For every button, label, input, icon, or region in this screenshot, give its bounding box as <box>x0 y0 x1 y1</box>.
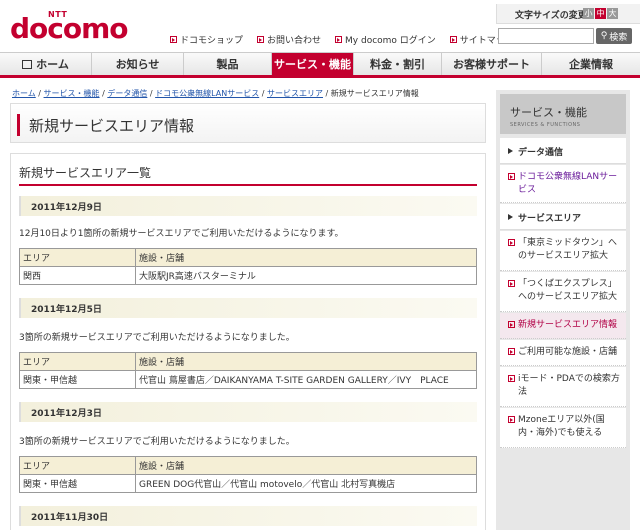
table-header-row: エリア 施設・店舗 <box>19 352 477 371</box>
table-row: 関東・甲信越 GREEN DOG代官山／代官山 motovelo／代官山 北村写… <box>19 474 477 493</box>
date-text: 2011年12月9日 <box>31 203 102 213</box>
area-cell: 関東・甲信越 <box>19 370 136 389</box>
arrow-box-icon <box>508 173 515 180</box>
facility-cell: 代官山 蔦屋書店／DAIKANYAMA T-SITE GARDEN GALLER… <box>135 370 477 389</box>
arrow-box-icon <box>508 375 515 382</box>
area-table: エリア 施設・店舗 関東・甲信越 代官山 蔦屋書店／DAIKANYAMA T-S… <box>19 352 477 389</box>
title-accent-bar <box>17 114 20 136</box>
entry-description: 3箇所の新規サービスエリアでご利用いただけるようになりました。 <box>19 333 295 343</box>
arrow-box-icon <box>508 416 515 423</box>
breadcrumb-sep: / <box>35 89 44 98</box>
breadcrumb-home[interactable]: ホーム <box>12 89 36 98</box>
table-header-area: エリア <box>19 248 136 267</box>
contact-link[interactable]: お問い合わせ <box>257 33 321 46</box>
date-heading: 2011年12月3日 <box>19 402 477 422</box>
table-header-row: エリア 施設・店舗 <box>19 248 477 267</box>
global-nav: ホーム お知らせ 製品 サービス・機能 料金・割引 お客様サポート 企業情報 <box>0 52 640 78</box>
area-table: エリア 施設・店舗 関東・甲信越 GREEN DOG代官山／代官山 motove… <box>19 456 477 493</box>
breadcrumb-sep: / <box>259 89 267 98</box>
breadcrumb-wlan[interactable]: ドコモ公衆無線LANサービス <box>155 89 259 98</box>
table-header-facility: 施設・店舗 <box>135 352 477 371</box>
sidebar-title: サービス・機能 <box>510 106 587 119</box>
breadcrumb-sep: / <box>323 89 331 98</box>
nav-news[interactable]: お知らせ <box>92 53 184 75</box>
arrow-box-icon <box>508 321 515 328</box>
nav-service[interactable]: サービス・機能 <box>272 53 354 75</box>
search-icon: ⚲ <box>600 31 608 41</box>
arrow-box-icon <box>508 348 515 355</box>
facility-cell: 大阪駅JR高速バスターミナル <box>135 266 477 285</box>
area-cell: 関東・甲信越 <box>19 474 136 493</box>
breadcrumb-sep: / <box>147 89 156 98</box>
date-heading: 2011年11月30日 <box>19 506 477 526</box>
utility-links: ドコモショップ お問い合わせ My docomo ログイン サイトマップ <box>170 33 514 46</box>
text-size-medium-button[interactable]: 中 <box>595 8 606 19</box>
date-heading: 2011年12月9日 <box>19 196 477 216</box>
sidebar-header: サービス・機能 SERVICES & FUNCTIONS <box>500 94 626 134</box>
mydocomo-login-link[interactable]: My docomo ログイン <box>335 33 436 46</box>
arrow-box-icon <box>508 280 515 287</box>
text-size-switcher: 文字サイズの変更 小 中 大 <box>496 4 640 24</box>
entry-description: 3箇所の新規サービスエリアでご利用いただけるようになりました。 <box>19 437 295 447</box>
table-header-row: エリア 施設・店舗 <box>19 456 477 475</box>
arrow-box-icon <box>170 36 177 43</box>
table-row: 関西 大阪駅JR高速バスターミナル <box>19 266 477 285</box>
nav-products[interactable]: 製品 <box>184 53 272 75</box>
breadcrumb-data[interactable]: データ通信 <box>107 89 147 98</box>
site-header: NTT docomo 文字サイズの変更 小 中 大 ドコモショップ お問い合わせ… <box>0 0 640 52</box>
docomo-shop-link[interactable]: ドコモショップ <box>170 33 243 46</box>
table-row: 関東・甲信越 代官山 蔦屋書店／DAIKANYAMA T-SITE GARDEN… <box>19 370 477 389</box>
search-button[interactable]: ⚲ 検索 <box>596 28 632 44</box>
breadcrumb: ホーム / サービス・機能 / データ通信 / ドコモ公衆無線LANサービス /… <box>12 88 419 99</box>
page-title-box: 新規サービスエリア情報 <box>10 103 486 143</box>
breadcrumb-service[interactable]: サービス・機能 <box>44 89 100 98</box>
area-table: エリア 施設・店舗 関西 大阪駅JR高速バスターミナル <box>19 248 477 285</box>
nav-support[interactable]: お客様サポート <box>442 53 542 75</box>
area-cell: 関西 <box>19 266 136 285</box>
sidebar-item-new-area[interactable]: 新規サービスエリア情報 <box>500 313 626 339</box>
table-header-area: エリア <box>19 352 136 371</box>
home-icon <box>22 59 33 69</box>
facility-cell: GREEN DOG代官山／代官山 motovelo／代官山 北村写真機店 <box>135 474 477 493</box>
date-text: 2011年12月3日 <box>31 409 102 419</box>
docomo-logo[interactable]: docomo <box>10 14 129 44</box>
triangle-right-icon <box>508 214 513 220</box>
sidebar-item-tsukuba[interactable]: 「つくばエクスプレス」へのサービスエリア拡大 <box>500 272 626 312</box>
sidebar-subtitle: SERVICES & FUNCTIONS <box>510 122 581 128</box>
arrow-box-icon <box>508 239 515 246</box>
page-title: 新規サービスエリア情報 <box>29 117 195 135</box>
sidebar-item-data[interactable]: データ通信 <box>500 138 626 164</box>
arrow-box-icon <box>257 36 265 43</box>
sidebar-item-mzone[interactable]: Mzoneエリア以外(国内・海外)でも使える <box>500 408 626 448</box>
table-header-facility: 施設・店舗 <box>135 248 477 267</box>
nav-corporate[interactable]: 企業情報 <box>542 53 640 75</box>
triangle-right-icon <box>508 148 513 154</box>
arrow-box-icon <box>449 36 457 43</box>
sidebar: サービス・機能 SERVICES & FUNCTIONS データ通信 ドコモ公衆… <box>496 90 630 530</box>
breadcrumb-current: 新規サービスエリア情報 <box>330 89 419 98</box>
sidebar-item-midtown[interactable]: 「東京ミッドタウン」へのサービスエリア拡大 <box>500 231 626 271</box>
date-text: 2011年11月30日 <box>31 513 109 523</box>
entry-description: 12月10日より1箇所の新規サービスエリアでご利用いただけるようになります。 <box>19 229 344 239</box>
nav-fee[interactable]: 料金・割引 <box>354 53 442 75</box>
sidebar-item-area[interactable]: サービスエリア <box>500 204 626 230</box>
section-divider <box>19 184 477 186</box>
section-title: 新規サービスエリア一覧 <box>19 166 152 180</box>
sidebar-item-imode-search[interactable]: iモード・PDAでの検索方法 <box>500 367 626 407</box>
breadcrumb-area[interactable]: サービスエリア <box>267 89 323 98</box>
text-size-large-button[interactable]: 大 <box>607 8 618 19</box>
arrow-box-icon <box>335 36 343 43</box>
search-input[interactable] <box>498 28 594 44</box>
table-header-facility: 施設・店舗 <box>135 456 477 475</box>
date-heading: 2011年12月5日 <box>19 298 477 318</box>
main-content: 新規サービスエリア情報 新規サービスエリア一覧 2011年12月9日 12月10… <box>10 103 486 530</box>
table-header-area: エリア <box>19 456 136 475</box>
sidebar-item-facilities[interactable]: ご利用可能な施設・店舗 <box>500 340 626 366</box>
sidebar-item-wlan[interactable]: ドコモ公衆無線LANサービス <box>500 165 626 203</box>
content-box: 新規サービスエリア一覧 2011年12月9日 12月10日より1箇所の新規サービ… <box>10 153 486 530</box>
date-text: 2011年12月5日 <box>31 305 102 315</box>
nav-home[interactable]: ホーム <box>0 53 92 75</box>
text-size-small-button[interactable]: 小 <box>583 8 594 19</box>
text-size-label: 文字サイズの変更 <box>515 11 587 21</box>
